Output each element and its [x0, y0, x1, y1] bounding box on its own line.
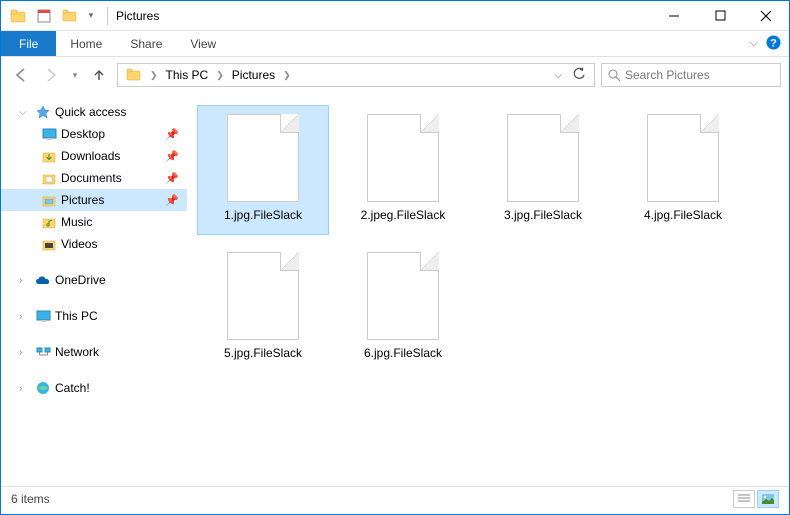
refresh-icon[interactable] — [568, 67, 590, 84]
address-dropdown-icon[interactable]: ⌵ — [548, 70, 568, 81]
recent-dropdown-icon[interactable]: ▾ — [69, 63, 81, 87]
view-details-button[interactable] — [733, 490, 755, 508]
properties-icon[interactable] — [33, 5, 55, 27]
pin-icon: 📌 — [165, 128, 179, 141]
chevron-right-icon[interactable]: ❯ — [281, 70, 293, 81]
navbar: ▾ ❯ This PC ❯ Pictures ❯ ⌵ Search Pictur… — [1, 57, 789, 93]
onedrive-icon — [35, 272, 51, 288]
address-bar[interactable]: ❯ This PC ❯ Pictures ❯ ⌵ — [117, 63, 595, 87]
sidebar-item-documents[interactable]: Documents 📌 — [1, 167, 187, 189]
file-name: 4.jpg.FileSlack — [644, 208, 722, 222]
sidebar-item-catch[interactable]: › Catch! — [1, 377, 187, 399]
status-item-count: 6 items — [11, 492, 50, 506]
sidebar-item-videos[interactable]: Videos — [1, 233, 187, 255]
ribbon: File Home Share View ⌵ ? — [1, 31, 789, 57]
tab-view[interactable]: View — [176, 31, 230, 56]
file-item[interactable]: 4.jpg.FileSlack — [617, 105, 749, 235]
sidebar-item-quick-access[interactable]: ⌵ Quick access — [1, 101, 187, 123]
chevron-right-icon[interactable]: ❯ — [214, 70, 226, 81]
view-thumbnails-button[interactable] — [757, 490, 779, 508]
desktop-icon — [41, 126, 57, 142]
content: ⌵ Quick access Desktop 📌 Downloads 📌 Doc… — [1, 93, 789, 486]
forward-button[interactable] — [39, 63, 63, 87]
search-input[interactable]: Search Pictures — [601, 63, 781, 87]
sidebar-item-downloads[interactable]: Downloads 📌 — [1, 145, 187, 167]
file-item[interactable]: 3.jpg.FileSlack — [477, 105, 609, 235]
chevron-right-icon[interactable]: › — [19, 383, 31, 394]
statusbar: 6 items — [1, 486, 789, 510]
sidebar-item-music[interactable]: Music — [1, 211, 187, 233]
tab-share[interactable]: Share — [116, 31, 176, 56]
sidebar[interactable]: ⌵ Quick access Desktop 📌 Downloads 📌 Doc… — [1, 93, 187, 486]
breadcrumb-current[interactable]: Pictures — [228, 64, 279, 86]
file-name: 3.jpg.FileSlack — [504, 208, 582, 222]
new-folder-icon[interactable] — [59, 5, 81, 27]
pin-icon: 📌 — [165, 172, 179, 185]
sidebar-item-onedrive[interactable]: › OneDrive — [1, 269, 187, 291]
chevron-right-icon[interactable]: › — [19, 311, 31, 322]
star-icon — [35, 104, 51, 120]
window-controls — [651, 1, 789, 31]
help-icon[interactable]: ? — [766, 35, 781, 53]
file-name: 1.jpg.FileSlack — [224, 208, 302, 222]
pictures-icon — [41, 192, 57, 208]
separator — [107, 7, 108, 25]
tab-file[interactable]: File — [1, 31, 56, 56]
minimize-button[interactable] — [651, 1, 697, 31]
quick-access-toolbar: ▾ — [1, 5, 103, 27]
file-icon — [227, 252, 299, 340]
file-item[interactable]: 5.jpg.FileSlack — [197, 243, 329, 373]
file-icon — [367, 252, 439, 340]
file-item[interactable]: 1.jpg.FileSlack — [197, 105, 329, 235]
downloads-icon — [41, 148, 57, 164]
sidebar-item-desktop[interactable]: Desktop 📌 — [1, 123, 187, 145]
breadcrumb-root-icon[interactable] — [122, 64, 146, 86]
file-name: 6.jpg.FileSlack — [364, 346, 442, 360]
breadcrumb-this-pc[interactable]: This PC — [162, 64, 213, 86]
back-button[interactable] — [9, 63, 33, 87]
file-item[interactable]: 6.jpg.FileSlack — [337, 243, 469, 373]
sidebar-item-pictures[interactable]: Pictures 📌 — [1, 189, 187, 211]
up-button[interactable] — [87, 63, 111, 87]
svg-text:?: ? — [770, 37, 777, 49]
this-pc-icon — [35, 308, 51, 324]
file-icon — [367, 114, 439, 202]
file-icon — [507, 114, 579, 202]
titlebar: ▾ Pictures — [1, 1, 789, 31]
files-pane[interactable]: 1.jpg.FileSlack 2.jpeg.FileSlack 3.jpg.F… — [187, 93, 789, 486]
catch-icon — [35, 380, 51, 396]
file-name: 5.jpg.FileSlack — [224, 346, 302, 360]
qat-dropdown-icon[interactable]: ▾ — [85, 5, 97, 27]
file-name: 2.jpeg.FileSlack — [361, 208, 446, 222]
file-item[interactable]: 2.jpeg.FileSlack — [337, 105, 469, 235]
search-icon — [608, 69, 621, 82]
sidebar-item-network[interactable]: › Network — [1, 341, 187, 363]
pin-icon: 📌 — [165, 150, 179, 163]
documents-icon — [41, 170, 57, 186]
network-icon — [35, 344, 51, 360]
sidebar-item-this-pc[interactable]: › This PC — [1, 305, 187, 327]
search-placeholder: Search Pictures — [625, 68, 710, 82]
chevron-right-icon[interactable]: › — [19, 275, 31, 286]
app-icon[interactable] — [7, 5, 29, 27]
pin-icon: 📌 — [165, 194, 179, 207]
chevron-right-icon[interactable]: › — [19, 347, 31, 358]
music-icon — [41, 214, 57, 230]
window-title: Pictures — [116, 9, 159, 23]
file-icon — [227, 114, 299, 202]
file-icon — [647, 114, 719, 202]
chevron-right-icon[interactable]: ❯ — [148, 70, 160, 81]
videos-icon — [41, 236, 57, 252]
tab-home[interactable]: Home — [56, 31, 116, 56]
chevron-down-icon[interactable]: ⌵ — [19, 107, 31, 118]
ribbon-expand-icon[interactable]: ⌵ — [750, 37, 758, 50]
maximize-button[interactable] — [697, 1, 743, 31]
close-button[interactable] — [743, 1, 789, 31]
